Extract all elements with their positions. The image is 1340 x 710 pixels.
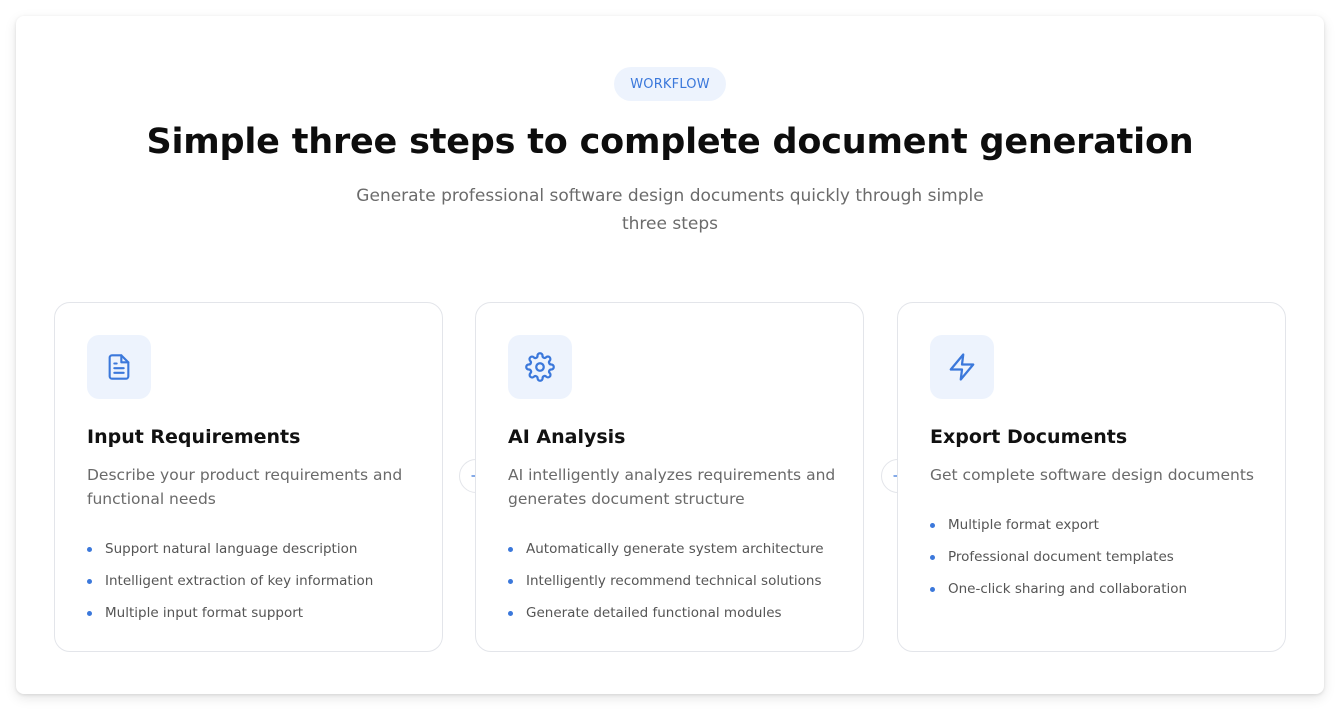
bullet-dot bbox=[930, 554, 935, 560]
feature-text: Multiple input format support bbox=[105, 605, 304, 621]
bullet-dot bbox=[87, 578, 92, 584]
feature-item: Intelligent extraction of key informatio… bbox=[87, 565, 373, 597]
feature-item: Multiple input format support bbox=[87, 597, 373, 629]
bullet-dot bbox=[930, 522, 935, 528]
step-description: AI intelligently analyzes requirements a… bbox=[508, 466, 836, 508]
step-title: AI Analysis bbox=[508, 426, 626, 448]
feature-item: Professional document templates bbox=[930, 541, 1187, 573]
feature-text: Automatically generate system architectu… bbox=[526, 541, 824, 557]
feature-text: Professional document templates bbox=[948, 549, 1174, 565]
bullet-dot bbox=[87, 610, 92, 616]
document-icon bbox=[87, 335, 151, 399]
bullet-dot bbox=[87, 546, 92, 552]
step-title: Export Documents bbox=[930, 426, 1128, 448]
step-description: Describe your product requirements and f… bbox=[87, 466, 403, 508]
feature-text: Intelligently recommend technical soluti… bbox=[526, 573, 822, 589]
workflow-section: WORKFLOW Simple three steps to complete … bbox=[16, 16, 1324, 694]
feature-list: Automatically generate system architectu… bbox=[508, 533, 824, 629]
feature-item: One-click sharing and collaboration bbox=[930, 573, 1187, 605]
feature-item: Support natural language description bbox=[87, 533, 373, 565]
feature-list: Support natural language description Int… bbox=[87, 533, 373, 629]
feature-text: Multiple format export bbox=[948, 517, 1099, 533]
bullet-dot bbox=[508, 546, 513, 552]
feature-item: Automatically generate system architectu… bbox=[508, 533, 824, 565]
step-card-input-requirements: Input Requirements Describe your product… bbox=[54, 302, 443, 652]
feature-item: Generate detailed functional modules bbox=[508, 597, 824, 629]
bullet-dot bbox=[508, 578, 513, 584]
feature-text: Intelligent extraction of key informatio… bbox=[105, 573, 374, 589]
bullet-dot bbox=[930, 586, 935, 592]
feature-text: Generate detailed functional modules bbox=[526, 605, 782, 621]
step-title: Input Requirements bbox=[87, 426, 301, 448]
section-subtitle: Generate professional software design do… bbox=[356, 186, 984, 234]
feature-item: Multiple format export bbox=[930, 509, 1187, 541]
section-badge: WORKFLOW bbox=[614, 67, 726, 101]
feature-text: Support natural language description bbox=[105, 541, 358, 557]
section-title: Simple three steps to complete document … bbox=[146, 122, 1194, 162]
lightning-icon bbox=[930, 335, 994, 399]
feature-text: One-click sharing and collaboration bbox=[948, 581, 1188, 597]
feature-list: Multiple format export Professional docu… bbox=[930, 509, 1187, 605]
step-card-export-documents: Export Documents Get complete software d… bbox=[897, 302, 1286, 652]
gear-icon bbox=[508, 335, 572, 399]
feature-item: Intelligently recommend technical soluti… bbox=[508, 565, 824, 597]
step-description: Get complete software design documents bbox=[930, 466, 1254, 484]
bullet-dot bbox=[508, 610, 513, 616]
step-card-ai-analysis: AI Analysis AI intelligently analyzes re… bbox=[475, 302, 864, 652]
